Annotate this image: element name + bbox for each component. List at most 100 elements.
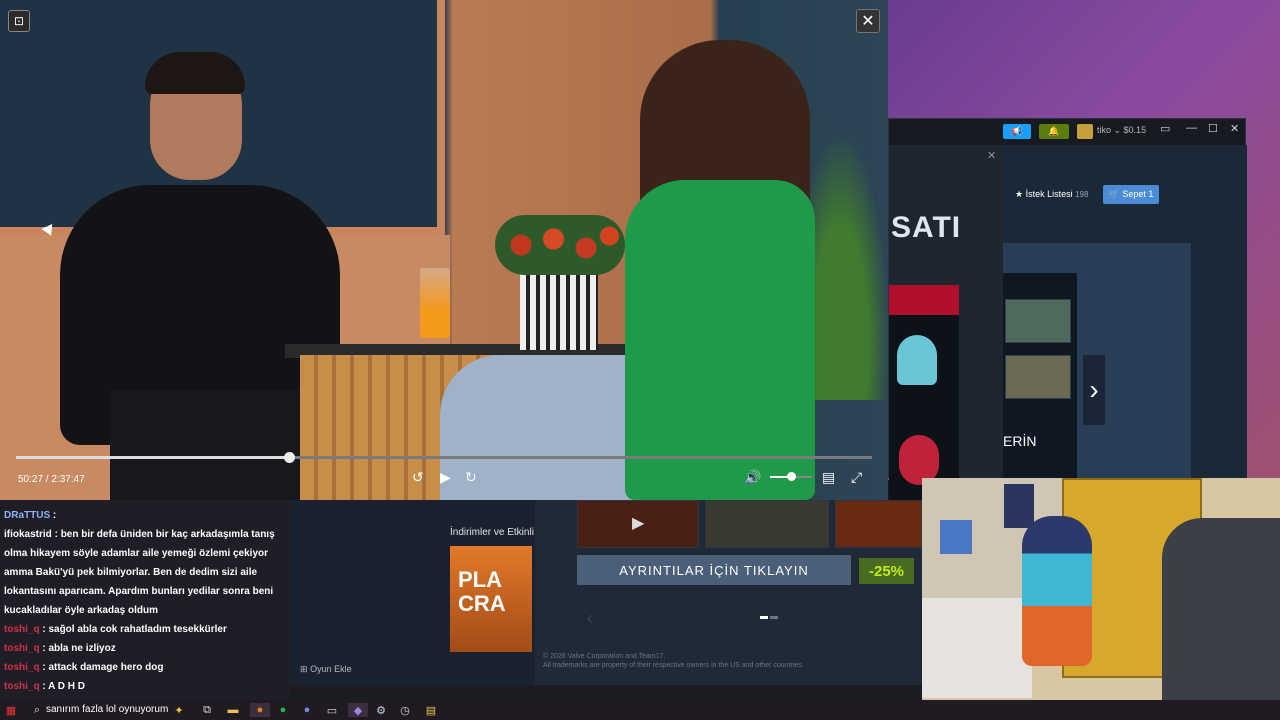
store-main: ▶ AYRINTILAR İÇİN TIKLAYIN -25% ‹ © 2026… — [535, 500, 922, 685]
steam-titlebar: 📢 🔔 tiko ⌄ $0.15 ▭ — ☐ ✕ — [889, 119, 1245, 145]
chat-separator: : — [39, 681, 49, 692]
user-menu[interactable]: tiko ⌄ $0.15 — [1097, 125, 1146, 136]
store-footer: © 2026 Valve Corporation and Team17. All… — [543, 652, 804, 670]
taskbar-search-text[interactable]: sanırım fazla lol oynuyorum — [46, 704, 168, 715]
rewind-10-icon[interactable]: ↺ — [412, 469, 424, 486]
steam-store-page: İndirimler ve Etkinli PLA CRA ⊞ Oyun Ekle… — [290, 500, 922, 685]
steam-window: 📢 🔔 tiko ⌄ $0.15 ▭ — ☐ ✕ ✕ SATI ★ İstek … — [888, 118, 1247, 505]
wishlist-count: 198 — [1075, 190, 1089, 199]
close-icon[interactable]: ✕ — [856, 9, 880, 33]
volume-slider[interactable] — [770, 472, 812, 481]
woman-jacket — [625, 180, 815, 500]
chat-message: toshi_q : attack damage hero dog — [4, 658, 286, 677]
chat-text: sağol abla cok rahatladım tesekkürler — [48, 624, 227, 635]
announcements-button[interactable]: 📢 — [1003, 124, 1031, 139]
gaming-chair — [1162, 518, 1280, 720]
steam-icon[interactable]: ⚙ — [374, 703, 388, 717]
captions-icon[interactable]: ▤ — [822, 469, 835, 486]
spotify-icon[interactable]: ● — [276, 703, 290, 717]
sale-banner — [889, 285, 959, 315]
carousel-caption: ERİN — [1003, 433, 1037, 449]
carousel-next-button[interactable]: › — [1083, 355, 1105, 425]
maximize-icon[interactable]: ☐ — [1208, 122, 1218, 135]
chat-text: A D H D — [48, 681, 85, 692]
poster — [1004, 484, 1034, 528]
seek-bar[interactable] — [16, 452, 872, 463]
big-picture-icon[interactable]: ▭ — [1160, 122, 1170, 135]
start-icon[interactable]: ▦ — [4, 703, 18, 717]
forward-10-icon[interactable]: ↻ — [465, 469, 477, 486]
chat-message: ifiokastrid : ben bir defa üniden bir ka… — [4, 525, 286, 620]
volume-handle[interactable] — [787, 472, 796, 481]
man-legs — [110, 390, 310, 500]
volume-icon[interactable]: 🔊 — [744, 469, 761, 486]
discounts-header[interactable]: İndirimler ve Etkinli — [450, 527, 534, 538]
clock-icon[interactable]: ◷ — [398, 703, 412, 717]
chat-message: DRaTTUS : — [4, 506, 286, 525]
chat-separator: : — [50, 510, 57, 521]
notes-icon[interactable]: ▤ — [424, 703, 438, 717]
man-hair — [145, 52, 245, 94]
game-thumb[interactable]: ▶ — [577, 500, 699, 548]
chat-text: attack damage hero dog — [48, 662, 164, 673]
add-game-button[interactable]: ⊞ Oyun Ekle — [300, 664, 352, 675]
creature-art — [897, 335, 937, 385]
wishlist-link[interactable]: ★ İstek Listesi 198 — [1015, 189, 1088, 200]
play-icon[interactable]: ▶ — [440, 469, 451, 486]
sale-art — [889, 315, 959, 505]
wishlist-label: ★ İstek Listesi — [1015, 189, 1073, 199]
firefox-icon[interactable]: ● — [250, 703, 270, 717]
chat-username[interactable]: ifiokastrid — [4, 529, 52, 540]
cart-button[interactable]: 🛒 Sepet 1 — [1103, 185, 1159, 204]
chat-message: toshi_q : A D H D — [4, 677, 286, 696]
bed — [922, 598, 1032, 698]
details-button[interactable]: AYRINTILAR İÇİN TIKLAYIN — [577, 555, 851, 585]
chat-username[interactable]: toshi_q — [4, 662, 40, 673]
search-icon[interactable]: ⌕ — [30, 703, 44, 717]
seek-handle[interactable] — [284, 452, 296, 463]
chat-message: toshi_q : abla ne izliyoz — [4, 639, 286, 658]
steam-store-pane: ★ İstek Listesi 198 🛒 Sepet 1 ERİN › ⊞ — [1003, 145, 1247, 499]
window-close-icon[interactable]: ✕ — [1230, 122, 1239, 135]
fullscreen-icon[interactable]: ⤢ — [851, 469, 862, 486]
game-thumb[interactable] — [835, 500, 922, 548]
plus-icon: ⊞ — [300, 664, 308, 674]
carousel-dot[interactable] — [770, 616, 778, 619]
promo-title: PLA CRA — [458, 568, 506, 616]
file-explorer-icon[interactable]: ▬ — [226, 703, 240, 717]
chat-username[interactable]: toshi_q — [4, 624, 40, 635]
wig-stand — [1022, 516, 1092, 666]
promo-line-1: PLA — [458, 567, 502, 592]
chat-username[interactable]: DRaTTUS — [4, 510, 50, 521]
play-icon: ▶ — [632, 515, 645, 532]
chat-separator: : — [51, 529, 61, 540]
app-icon[interactable]: ▭ — [325, 703, 339, 717]
minimize-icon[interactable]: — — [1186, 122, 1197, 134]
carousel-prev-icon[interactable]: ‹ — [587, 608, 593, 629]
copyright-line: © 2026 Valve Corporation and Team17. — [543, 653, 666, 660]
striped-vase — [520, 270, 598, 350]
game-icon[interactable]: ◆ — [348, 703, 368, 717]
discord-icon[interactable]: ● — [300, 703, 314, 717]
megaphone-icon: 📢 — [1011, 126, 1023, 136]
sparkle-icon: ✦ — [174, 704, 184, 717]
lens-icon[interactable]: ⊡ — [8, 10, 30, 32]
game-thumb[interactable] — [705, 500, 829, 548]
timecode: 50:27 / 2:37:47 — [18, 474, 85, 485]
carousel-dot-active[interactable] — [760, 616, 768, 619]
chat-username[interactable]: toshi_q — [4, 681, 40, 692]
notifications-button[interactable]: 🔔 — [1039, 124, 1069, 139]
bell-icon: 🔔 — [1048, 126, 1060, 136]
promo-image[interactable]: PLA CRA — [450, 546, 532, 652]
task-view-icon[interactable]: ⧉ — [200, 703, 214, 717]
screenshot-thumb[interactable] — [1005, 355, 1071, 399]
store-sidebar: İndirimler ve Etkinli PLA CRA ⊞ Oyun Ekle — [290, 500, 535, 685]
chat-username[interactable]: toshi_q — [4, 643, 40, 654]
poster — [940, 520, 972, 554]
screenshot-thumb[interactable] — [1005, 299, 1071, 343]
discount-badge: -25% — [859, 558, 914, 584]
pane-close-icon[interactable]: ✕ — [987, 149, 996, 162]
avatar[interactable] — [1077, 124, 1093, 139]
video-player[interactable] — [0, 0, 888, 500]
chat-text: ben bir defa üniden bir kaç arkadaşımla … — [4, 529, 275, 616]
